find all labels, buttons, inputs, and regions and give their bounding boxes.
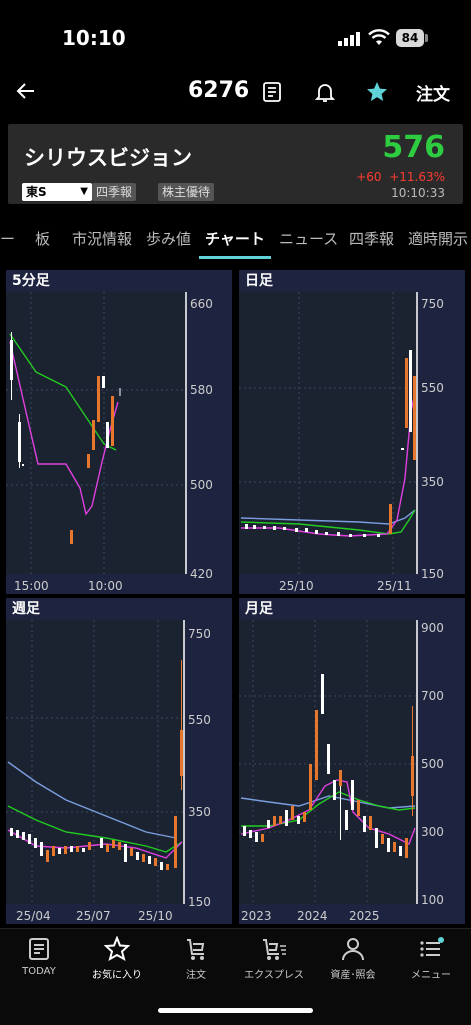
price-time: 10:10:33 — [391, 186, 445, 200]
nav-label: お気に入り — [92, 970, 142, 981]
nav-label: TODAY — [22, 966, 56, 977]
active-tab-indicator — [199, 256, 271, 259]
x-tick: 25/04 — [16, 909, 51, 923]
nav-express[interactable]: エクスプレス — [235, 936, 313, 981]
tab-prev[interactable]: ー — [0, 228, 15, 249]
x-tick: 25/11 — [377, 579, 412, 593]
tag-yutai[interactable]: 株主優待 — [158, 183, 215, 201]
x-tick: 2024 — [297, 909, 328, 923]
nav-label: エクスプレス — [244, 970, 304, 981]
nav-label: 注文 — [186, 970, 206, 981]
battery-icon: 84 — [396, 29, 424, 47]
nav-menu[interactable]: メニュー — [392, 936, 470, 981]
change-value: +60 — [356, 170, 382, 184]
y-tick: 350 — [188, 805, 211, 819]
nav-favorites[interactable]: お気に入り — [78, 936, 156, 981]
person-icon — [342, 938, 364, 961]
battery-cap — [425, 34, 428, 42]
x-tick: 2025 — [349, 909, 380, 923]
star-outline-icon — [104, 936, 130, 962]
y-tick: 580 — [190, 383, 213, 397]
chart-weekly-plot: 750 550 350 150 25/04 25/07 25/10 — [6, 620, 211, 923]
chart-5min[interactable]: 5分足 660 580 500 420 15:00 10:00 — [6, 270, 232, 594]
chart-monthly[interactable]: 月足 900 700 500 300 100 2023 2024 2025 — [239, 598, 465, 924]
x-tick: 2023 — [241, 909, 272, 923]
tab-disclosure[interactable]: 適時開示 — [408, 228, 468, 249]
x-tick: 15:00 — [14, 579, 49, 593]
nav-today[interactable]: TODAY — [0, 936, 78, 977]
tab-board[interactable]: 板 — [35, 228, 50, 249]
nav-label: 資産･照会 — [330, 970, 376, 981]
bell-icon[interactable] — [313, 80, 337, 104]
y-tick: 750 — [188, 627, 211, 641]
chart-title: 月足 — [245, 601, 273, 617]
y-tick: 150 — [421, 567, 444, 581]
document-icon — [29, 938, 49, 960]
tab-news[interactable]: ニュース — [279, 228, 338, 249]
x-tick: 25/07 — [76, 909, 111, 923]
tab-market[interactable]: 市況情報 — [72, 228, 132, 249]
nav-assets[interactable]: 資産･照会 — [314, 936, 392, 981]
nav-label: メニュー — [411, 970, 451, 981]
express-cart-icon — [263, 939, 286, 960]
cart-icon — [187, 939, 205, 960]
y-tick: 300 — [421, 825, 444, 839]
caret-down-icon: ▼ — [80, 186, 88, 197]
tab-ticks[interactable]: 歩み値 — [146, 228, 191, 249]
chart-title: 週足 — [12, 601, 40, 617]
x-tick: 25/10 — [138, 909, 173, 923]
y-tick: 750 — [421, 297, 444, 311]
x-tick: 25/10 — [279, 579, 314, 593]
y-tick: 550 — [421, 381, 444, 395]
chart-weekly[interactable]: 週足 750 550 350 150 25/04 25/07 25/10 — [6, 598, 232, 924]
back-arrow-icon[interactable] — [14, 79, 38, 103]
home-indicator — [158, 1008, 313, 1013]
tag-shikiho[interactable]: 四季報 — [92, 183, 137, 201]
x-tick: 10:00 — [88, 579, 123, 593]
y-tick: 100 — [421, 893, 444, 907]
y-tick: 420 — [190, 567, 213, 581]
market-label: 東S — [26, 185, 47, 199]
menu-icon — [420, 937, 444, 957]
y-tick: 550 — [188, 713, 211, 727]
tab-chart[interactable]: チャート — [205, 228, 265, 249]
tab-shikiho[interactable]: 四季報 — [349, 228, 394, 249]
y-tick: 150 — [188, 895, 211, 909]
y-tick: 500 — [421, 757, 444, 771]
price-change: +60 +11.63% — [356, 170, 445, 184]
star-icon[interactable] — [365, 80, 389, 104]
stock-code: 6276 — [188, 78, 250, 103]
order-button[interactable]: 注文 — [416, 80, 450, 105]
chart-daily[interactable]: 日足 750 550 350 150 25/10 25/11 — [239, 270, 465, 594]
chart-daily-plot: 750 550 350 150 25/10 25/11 — [239, 292, 444, 593]
chart-5min-plot: 660 580 500 420 15:00 10:00 — [6, 292, 213, 593]
chart-title: 日足 — [245, 273, 273, 289]
nav-order[interactable]: 注文 — [157, 936, 235, 981]
y-tick: 500 — [190, 478, 213, 492]
chart-monthly-plot: 900 700 500 300 100 2023 2024 2025 — [239, 620, 444, 923]
stock-price: 576 — [382, 130, 445, 165]
status-time: 10:10 — [62, 26, 126, 50]
change-percent: +11.63% — [389, 170, 445, 184]
chart-title: 5分足 — [12, 273, 50, 289]
y-tick: 700 — [421, 689, 444, 703]
y-tick: 660 — [190, 297, 213, 311]
y-tick: 350 — [421, 475, 444, 489]
signal-icon — [338, 32, 360, 46]
document-icon[interactable] — [260, 80, 284, 104]
y-tick: 900 — [421, 621, 444, 635]
stock-name: シリウスビジョン — [24, 146, 192, 170]
wifi-icon — [368, 29, 390, 45]
market-select[interactable]: 東S ▼ — [22, 183, 92, 201]
